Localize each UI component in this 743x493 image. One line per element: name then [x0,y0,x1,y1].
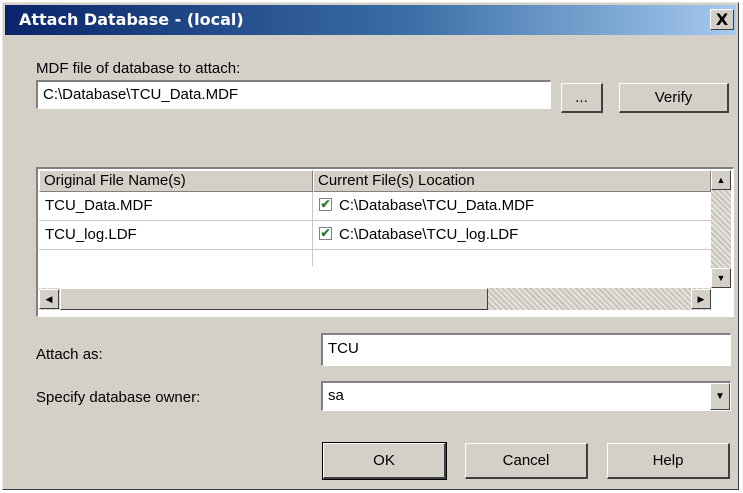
mdf-file-value: C:\Database\TCU_Data.MDF [43,86,239,103]
column-divider [312,192,313,266]
title-bar[interactable]: Attach Database - (local) X [5,5,736,35]
scroll-left-icon[interactable]: ◀ [39,289,59,309]
verify-button[interactable]: Verify [619,83,729,113]
scroll-up-icon[interactable]: ▲ [711,170,731,190]
horizontal-scroll-thumb[interactable] [60,288,488,310]
column-header-location[interactable]: Current File(s) Location [313,170,711,192]
scroll-down-icon[interactable]: ▼ [711,268,731,288]
mdf-file-input[interactable]: C:\Database\TCU_Data.MDF [36,80,551,109]
files-grid: Original File Name(s) Current File(s) Lo… [39,170,732,315]
original-file-name: TCU_Data.MDF [45,197,153,214]
close-button[interactable]: X [710,9,734,30]
column-header-original[interactable]: Original File Name(s) [39,170,313,192]
current-location: C:\Database\TCU_log.LDF [339,226,519,243]
original-file-name: TCU_log.LDF [45,226,137,243]
owner-select[interactable]: sa ▼ [321,381,731,411]
owner-value: sa [328,387,344,404]
table-row[interactable]: TCU_log.LDF ✔ C:\Database\TCU_log.LDF [39,221,711,250]
chevron-down-icon[interactable]: ▼ [710,383,730,410]
attach-as-value: TCU [328,340,359,357]
window-title: Attach Database - (local) [19,10,244,29]
cancel-button[interactable]: Cancel [465,443,588,479]
table-row[interactable]: TCU_Data.MDF ✔ C:\Database\TCU_Data.MDF [39,192,711,221]
scroll-right-icon[interactable]: ▶ [691,289,711,309]
help-button[interactable]: Help [607,443,730,479]
ok-button[interactable]: OK [322,442,447,480]
horizontal-scrollbar[interactable]: ◀ ▶ [39,288,711,310]
mdf-file-label: MDF file of database to attach: [36,60,241,77]
current-location: C:\Database\TCU_Data.MDF [339,197,535,214]
attach-as-input[interactable]: TCU [321,333,731,366]
attach-as-label: Attach as: [36,346,103,363]
browse-button[interactable]: ... [561,83,603,113]
attach-database-dialog: Attach Database - (local) X MDF file of … [2,2,739,490]
location-checkbox[interactable]: ✔ [319,227,332,240]
location-checkbox[interactable]: ✔ [319,198,332,211]
vertical-scrollbar[interactable]: ▲ ▼ [711,170,731,288]
owner-label: Specify database owner: [36,389,201,406]
